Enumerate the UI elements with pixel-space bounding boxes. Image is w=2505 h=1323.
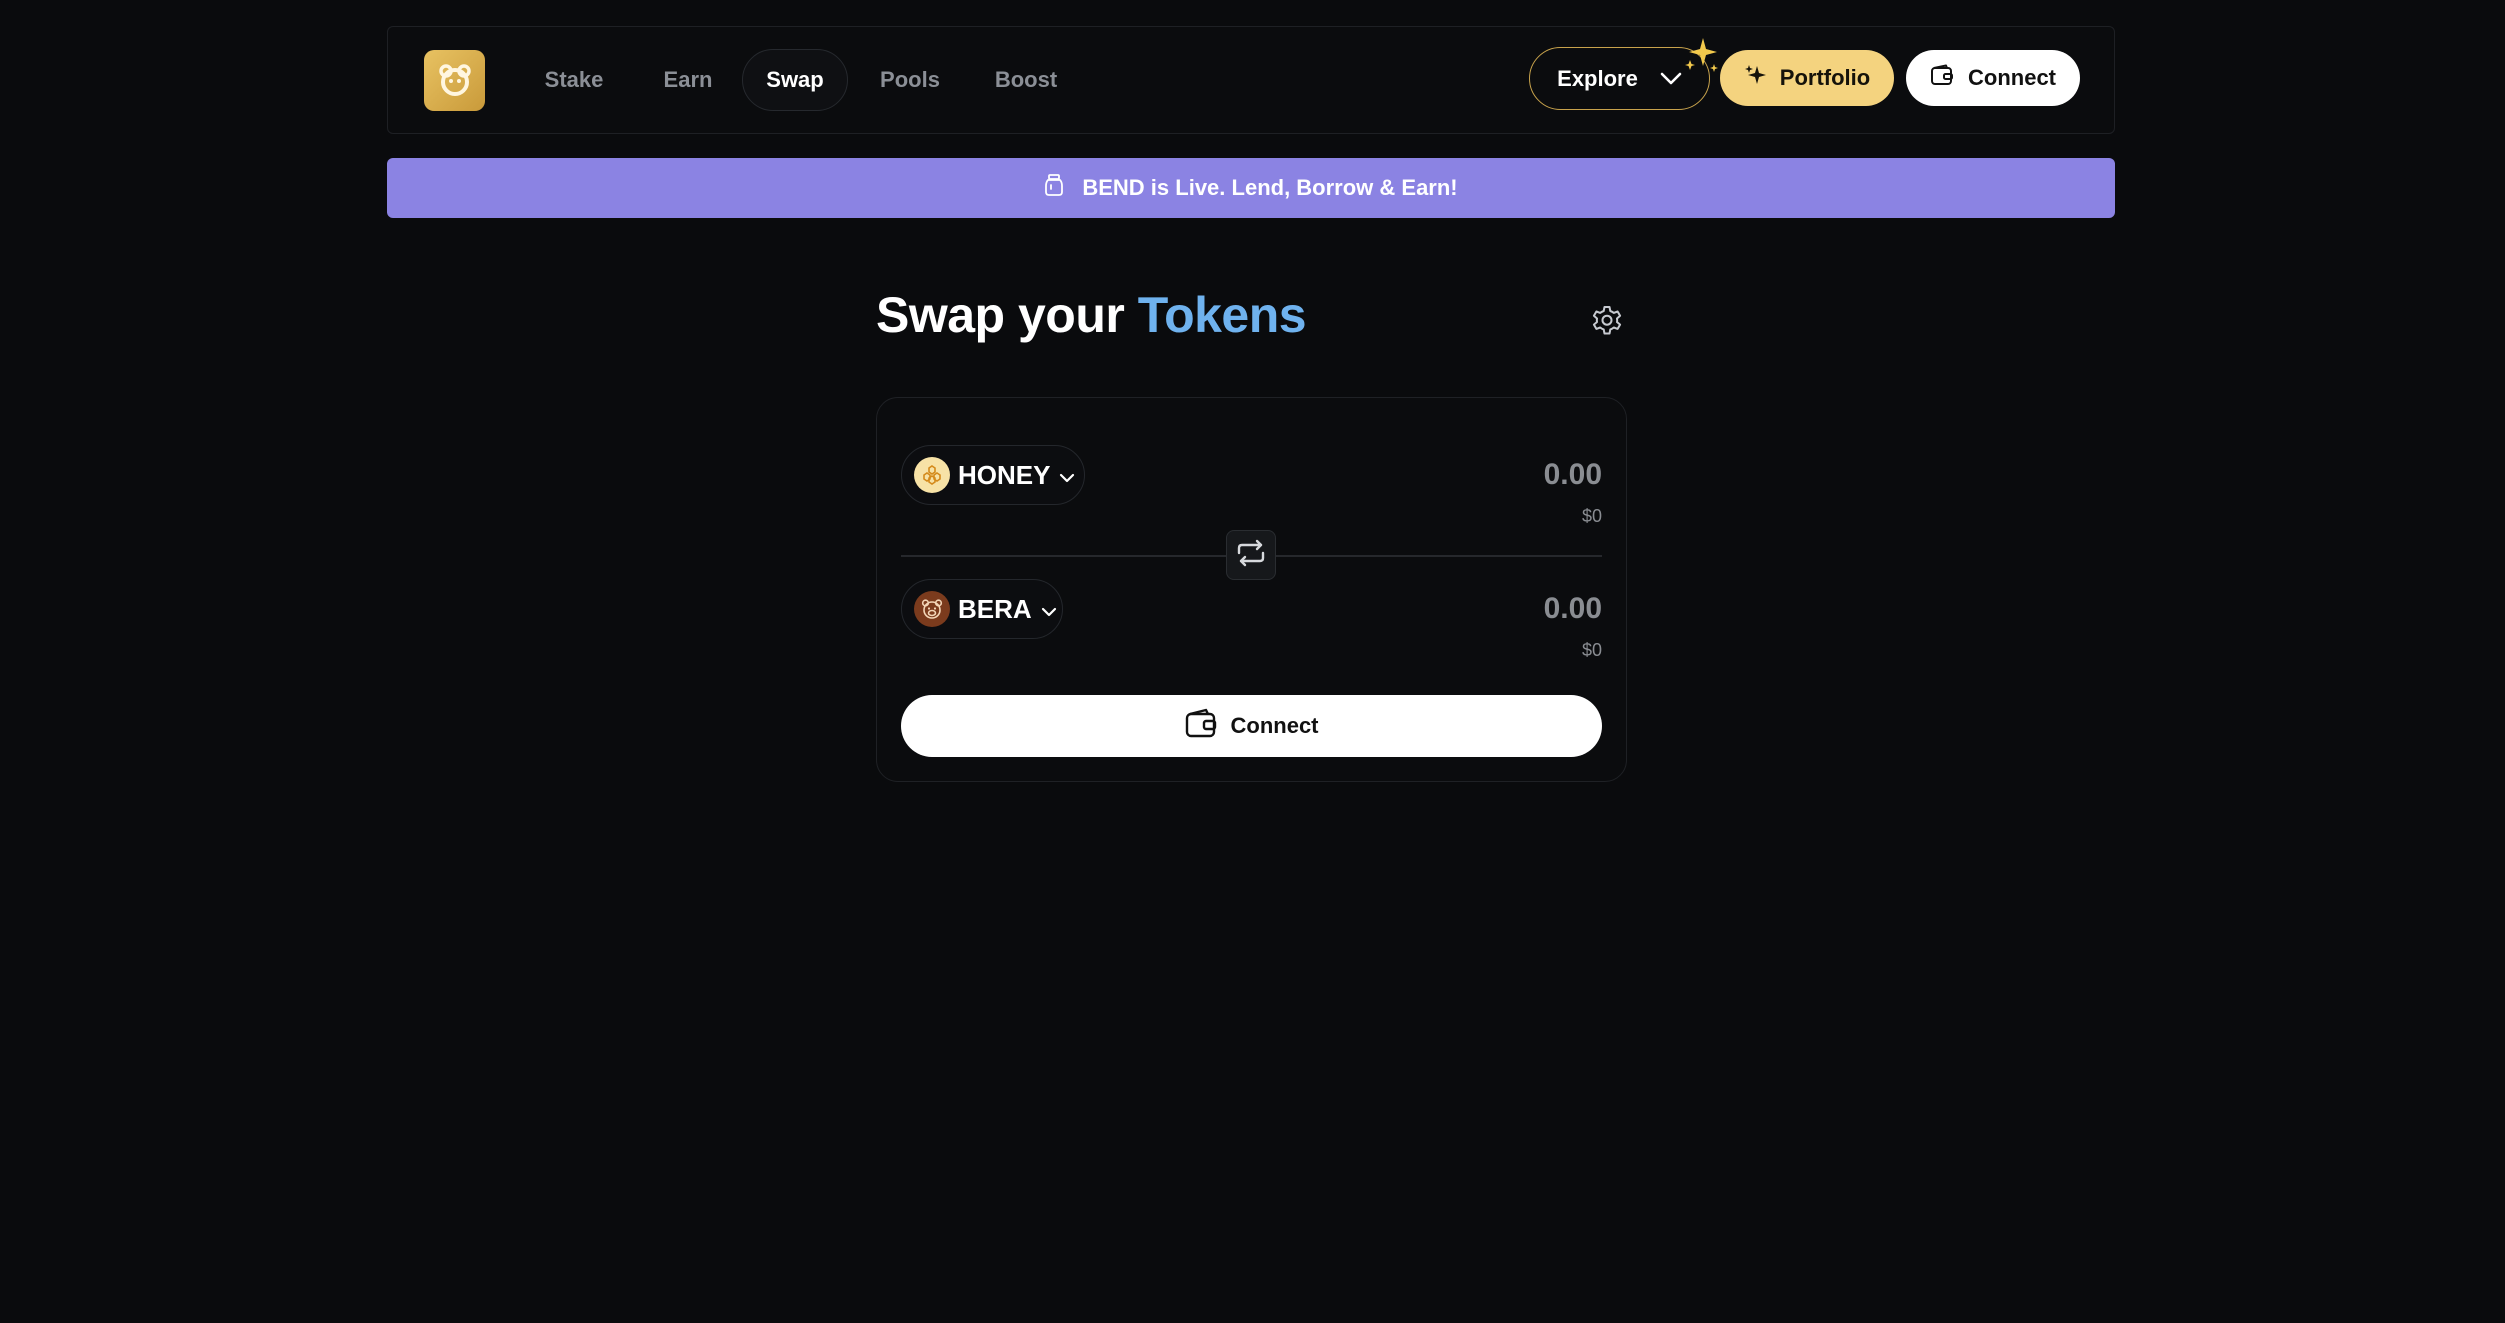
to-usd-value: $0: [1581, 640, 1602, 660]
connect-label: Connect: [1230, 713, 1319, 738]
banner-text: BEND is Live. Lend, Borrow & Earn!: [1082, 175, 1458, 200]
to-amount-input[interactable]: 0.00: [1544, 592, 1602, 626]
announcement-banner[interactable]: BEND is Live. Lend, Borrow & Earn!: [387, 158, 2115, 218]
nav-link-boost[interactable]: Boost: [984, 49, 1068, 111]
explore-label: Explore: [1557, 65, 1638, 91]
title-accent: Tokens: [1137, 287, 1307, 343]
sparkle-icon: [1681, 34, 1721, 74]
connect-wallet-button[interactable]: Connect: [901, 695, 1602, 757]
chevron-down-icon: [1058, 460, 1076, 491]
honey-token-icon: [914, 457, 950, 493]
honey-jar-icon: [1044, 173, 1064, 203]
sparkle-icon: [1744, 63, 1768, 93]
page-title: Swap your Tokens: [876, 280, 1307, 350]
nav-link-stake[interactable]: Stake: [528, 49, 620, 111]
swap-arrows-icon: [1235, 539, 1267, 572]
chevron-down-icon: [1040, 594, 1058, 625]
wallet-icon: [1185, 708, 1217, 744]
top-navbar: Stake Earn Swap Pools Boost Explore Port…: [387, 26, 2115, 134]
from-token-symbol: HONEY: [958, 459, 1051, 490]
connect-label: Connect: [1968, 65, 2056, 90]
swap-direction-button[interactable]: [1226, 530, 1276, 580]
from-usd-value: $0: [1581, 506, 1602, 526]
bear-logo-icon[interactable]: [424, 50, 485, 111]
portfolio-button[interactable]: Portfolio: [1720, 50, 1894, 106]
nav-link-earn[interactable]: Earn: [648, 49, 728, 111]
to-token-select[interactable]: BERA: [901, 579, 1063, 639]
title-prefix: Swap your: [876, 287, 1125, 343]
nav-link-swap[interactable]: Swap: [742, 49, 848, 111]
to-token-symbol: BERA: [958, 593, 1032, 624]
from-amount-input[interactable]: 0.00: [1544, 458, 1602, 492]
connect-wallet-button[interactable]: Connect: [1906, 50, 2080, 106]
from-token-select[interactable]: HONEY: [901, 445, 1085, 505]
wallet-icon: [1930, 64, 1954, 92]
nav-link-pools[interactable]: Pools: [868, 49, 952, 111]
portfolio-label: Portfolio: [1779, 65, 1871, 90]
chevron-down-icon: [1660, 66, 1682, 92]
bera-token-icon: [914, 591, 950, 627]
gear-icon[interactable]: [1589, 302, 1625, 338]
swap-card: HONEY 0.00 $0 BERA 0.00 $0 Connect: [876, 397, 1627, 782]
